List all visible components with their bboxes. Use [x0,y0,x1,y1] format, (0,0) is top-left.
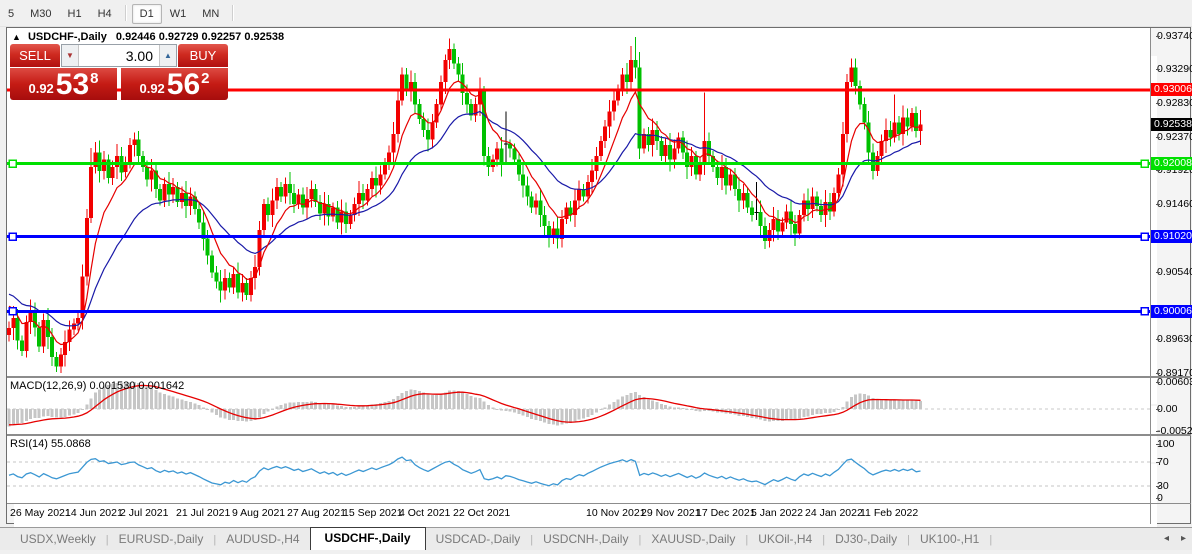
symbol-tab-usdchf-daily[interactable]: USDCHF-,Daily [309,527,426,550]
pane-divider-macd[interactable] [7,376,1191,378]
symbol-tab-ukoil-h4[interactable]: UKOil-,H4 [748,529,822,550]
sell-price-prefix: 0.92 [28,81,54,96]
current-price-label: 0.92538 [1151,118,1192,131]
date-label: 10 Nov 2021 [586,507,646,519]
volume-decrease-button[interactable]: ▼ [62,45,79,66]
chart-title: ▲ USDCHF-,Daily 0.92446 0.92729 0.92257 … [12,31,284,43]
toolbar-separator [232,5,235,21]
price-axis[interactable]: 0.93740 0.93290 0.92830 0.92370 0.91920 0.914… [1151,28,1192,524]
timeframe-button-d1[interactable]: D1 [131,3,162,24]
symbol-tab-usdx-weekly[interactable]: USDX,Weekly [10,529,106,550]
macd-label: MACD(12,26,9) 0.001530 0.001642 [10,380,185,392]
price-tick: 0.92830 [1156,97,1192,109]
symbol-tab-usdcnh-daily[interactable]: USDCNH-,Daily [533,529,638,550]
tab-scroll-right-icon[interactable]: ▸ [1181,533,1186,544]
hline-price-label: 0.92008 [1151,157,1192,170]
date-label: 15 Sep 2021 [343,507,403,519]
buy-price-big: 56 [166,68,201,101]
date-label: 24 Jan 2022 [805,507,863,519]
rsi-label: RSI(14) 55.0868 [10,438,91,450]
sell-price-display[interactable]: 0.92 53 8 [10,68,117,100]
buy-price-prefix: 0.92 [139,81,165,96]
rsi-axis-label: 70 [1156,456,1169,468]
date-label: 26 May 2021 [10,507,71,519]
date-label: 17 Dec 2021 [696,507,756,519]
date-label: 21 Jul 2021 [176,507,231,519]
ohlc-values: 0.92446 0.92729 0.92257 0.92538 [115,31,285,43]
date-label: 9 Aug 2021 [232,507,286,519]
symbol-tab-dj30-daily[interactable]: DJ30-,Daily [825,529,907,550]
symbol-tab-audusd-h4[interactable]: AUDUSD-,H4 [216,529,309,550]
macd-axis-label: 0.00 [1156,403,1178,415]
price-tick: 0.91460 [1156,198,1192,210]
timeframe-button-h1[interactable]: H1 [60,4,90,24]
macd-axis-label: -0.005228 [1156,425,1192,437]
buy-price-display[interactable]: 0.92 56 2 [121,68,228,100]
hline-price-label: 0.91020 [1151,230,1192,243]
date-label: 27 Aug 2021 [287,507,346,519]
date-label: 2 Jul 2021 [120,507,169,519]
timeframe-button-5[interactable]: 5 [0,4,22,24]
timeframe-button-m30[interactable]: M30 [22,4,59,24]
sell-price-sup: 8 [90,70,99,87]
price-tick: 0.93740 [1156,30,1192,42]
date-label: 22 Oct 2021 [453,507,511,519]
buy-button[interactable]: BUY [178,44,228,67]
date-label: 4 Oct 2021 [399,507,451,519]
sell-button[interactable]: SELL [10,44,60,67]
sell-price-big: 53 [55,68,90,101]
tab-scroll-nav: ◂ ▸ [1164,533,1186,544]
rsi-axis-label: 30 [1156,480,1169,492]
time-axis[interactable]: 26 May 2021 14 Jun 2021 2 Jul 2021 21 Jul 2… [7,504,1150,524]
price-tick: 0.93290 [1156,63,1192,75]
symbol-label: USDCHF-,Daily [27,31,107,43]
date-label: 29 Nov 2021 [641,507,701,519]
price-tick: 0.90540 [1156,266,1192,278]
timeframe-button-mn[interactable]: MN [194,4,227,24]
hline-price-label: 0.93006 [1151,83,1192,96]
rsi-axis-label: 0 [1156,492,1163,504]
tab-separator: | [989,534,993,546]
pane-divider-rsi[interactable] [7,434,1191,436]
symbol-tab-usdcad-daily[interactable]: USDCAD-,Daily [426,529,531,550]
tab-scroll-left-icon[interactable]: ◂ [1164,533,1169,544]
date-label: 5 Jan 2022 [751,507,803,519]
buy-price-sup: 2 [201,70,210,87]
rsi-axis-label: 100 [1156,438,1175,450]
symbol-tab-eurusd-daily[interactable]: EURUSD-,Daily [109,529,214,550]
one-click-trade-panel: SELL ▼ ▲ BUY 0.92 53 8 0.92 56 2 [10,44,228,100]
timeframe-toolbar: 5 M30 H1 H4 D1 W1 MN [0,0,1192,27]
timeframe-button-h4[interactable]: H4 [90,4,120,24]
volume-input[interactable] [79,45,159,66]
symbol-tab-bar: USDX,Weekly | EURUSD-,Daily | AUDUSD-,H4 USDC… [0,527,1192,550]
date-label: 11 Feb 2022 [860,507,919,519]
rsi-canvas[interactable] [7,436,1150,503]
hline-price-label: 0.90006 [1151,305,1192,318]
symbol-tab-uk100-h1[interactable]: UK100-,H1 [910,529,989,550]
toolbar-separator [124,5,127,21]
date-label: 14 Jun 2021 [65,507,123,519]
price-tick: 0.89630 [1156,333,1192,345]
volume-increase-button[interactable]: ▲ [159,45,176,66]
timeframe-button-w1[interactable]: W1 [162,4,195,24]
price-tick: 0.92370 [1156,131,1192,143]
collapse-icon[interactable]: ▲ [12,32,21,42]
macd-axis-label: 0.006038 [1156,376,1192,388]
trading-terminal-window: 5 M30 H1 H4 D1 W1 MN ▲ USDCHF-,Daily 0.92446 0… [0,0,1192,554]
volume-stepper: ▼ ▲ [61,44,177,67]
symbol-tab-xauusd-daily[interactable]: XAUUSD-,Daily [641,529,745,550]
